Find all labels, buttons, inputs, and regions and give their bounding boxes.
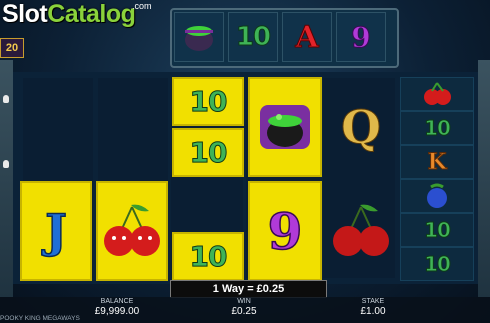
reel6-cell-2: 10	[400, 111, 474, 145]
cauldron-icon	[260, 105, 310, 149]
reel3-cell-1: 10	[172, 77, 244, 126]
balance-value: £9,999.00	[94, 306, 140, 317]
reel4-cell-2: 9	[248, 181, 322, 281]
top-reel-cell-2: 10	[228, 12, 278, 62]
cherry-icon	[104, 204, 160, 256]
nine-symbol: 9	[351, 20, 372, 54]
reel2-cell-1	[96, 181, 168, 281]
ten-symbol: 10	[424, 252, 452, 277]
ten-symbol: 10	[424, 116, 452, 141]
reel5-cell-1: Q	[326, 77, 396, 177]
logo-catalog-text: Catalog	[47, 0, 136, 28]
stake-label: STAKE	[361, 298, 385, 305]
ten-symbol: 10	[235, 22, 271, 53]
jack-symbol: J	[44, 203, 67, 259]
reel6-cell-5: 10	[400, 213, 474, 247]
reel6-cell-4	[400, 179, 474, 213]
ace-symbol: A	[295, 19, 319, 55]
logo-slot-text: Slot	[2, 0, 48, 28]
reel6-cell-3: K	[400, 145, 474, 179]
cherry-icon	[424, 82, 451, 105]
win-value: £0.25	[231, 306, 257, 317]
game-name: POOKY KING MEGAWAYS	[0, 315, 80, 322]
win-banner: 1 Way = £0.25	[170, 280, 327, 298]
reel1-cell-1: J	[20, 181, 92, 281]
reel6-cell-6: 10	[400, 247, 474, 281]
ten-symbol: 10	[424, 218, 452, 243]
ten-symbol: 10	[189, 240, 228, 274]
nine-symbol: 9	[267, 201, 303, 262]
reel5-cell-2	[326, 181, 396, 281]
win-label: WIN	[237, 298, 251, 305]
top-reel-cell-1	[174, 12, 224, 62]
skull-icon	[3, 160, 9, 168]
reel4-cell-1	[248, 77, 322, 177]
reel3-cell-2: 10	[172, 128, 244, 177]
blueberry-icon	[427, 183, 447, 208]
ten-symbol: 10	[189, 136, 228, 170]
cherry-icon	[333, 204, 389, 256]
balance-label: BALANCE	[100, 298, 134, 305]
right-pillar	[478, 60, 490, 297]
queen-symbol: Q	[340, 100, 382, 155]
skull-icon	[3, 95, 9, 103]
top-reel-cell-4: 9	[336, 12, 386, 62]
ten-symbol: 10	[189, 85, 228, 119]
brand-logo: SlotCatalog	[2, 0, 136, 29]
stake-value[interactable]: £1.00	[333, 306, 413, 317]
reel3-cell-3: 10	[172, 232, 244, 281]
top-reel-cell-3: A	[282, 12, 332, 62]
logo-com-text: .com	[132, 1, 152, 11]
cauldron-icon	[185, 26, 213, 51]
king-symbol: K	[427, 149, 447, 176]
reel6-cell-1	[400, 77, 474, 111]
multiplier-badge: 20	[0, 38, 24, 58]
